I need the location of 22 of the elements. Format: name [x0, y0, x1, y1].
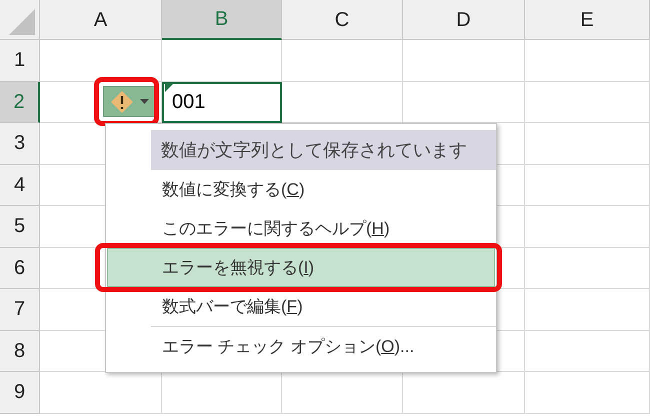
- menu-item[interactable]: 数値に変換する(C): [107, 170, 495, 209]
- row-header[interactable]: 1: [0, 40, 40, 82]
- menu-header: 数値が文字列として保存されています: [151, 130, 496, 170]
- row-header[interactable]: 4: [0, 164, 40, 206]
- column-header[interactable]: E: [525, 0, 650, 40]
- menu-item[interactable]: このエラーに関するヘルプ(H): [107, 209, 495, 248]
- row-header[interactable]: 8: [0, 330, 40, 372]
- column-header[interactable]: C: [282, 0, 403, 40]
- menu-item[interactable]: エラー チェック オプション(O)...: [107, 327, 495, 366]
- row-header[interactable]: 7: [0, 289, 40, 330]
- column-header[interactable]: A: [40, 0, 162, 40]
- active-cell[interactable]: 001: [162, 82, 282, 123]
- menu-item[interactable]: 数式バーで編集(F): [107, 287, 495, 326]
- menu-item[interactable]: エラーを無視する(I): [107, 248, 495, 287]
- column-header[interactable]: D: [403, 0, 525, 40]
- row-header[interactable]: 9: [0, 372, 40, 414]
- row-header[interactable]: 5: [0, 206, 40, 248]
- row-header[interactable]: 6: [0, 248, 40, 289]
- column-header[interactable]: B: [162, 0, 282, 40]
- row-header[interactable]: 2: [0, 82, 40, 123]
- row-header[interactable]: 3: [0, 123, 40, 164]
- cell-value: 001: [172, 90, 206, 116]
